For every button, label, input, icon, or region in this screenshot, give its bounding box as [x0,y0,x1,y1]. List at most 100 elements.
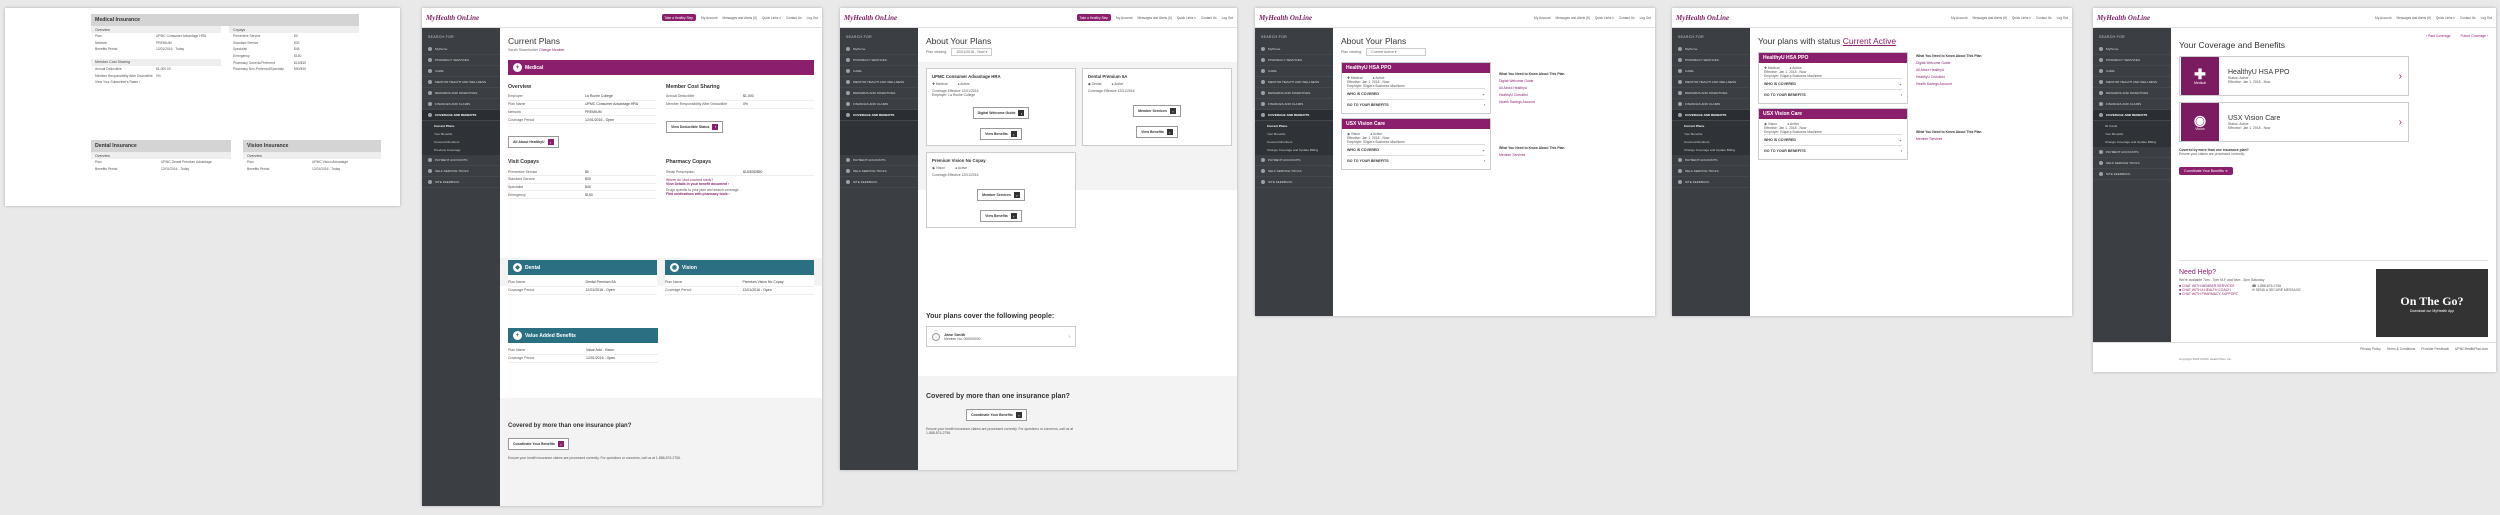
quick-links-menu[interactable]: Quick Links ▾ [2012,16,2031,20]
sidebar-item-payment[interactable]: PAYMENT ACCOUNTS [840,155,918,166]
sidebar-item-feedback[interactable]: SITE FEEDBACK [1672,177,1750,188]
member-services-button[interactable]: Member Services › [977,189,1025,201]
submenu-covered-members[interactable]: Covered Members [1672,138,1750,146]
sidebar-item-feedback[interactable]: SITE FEEDBACK [1255,177,1333,188]
sidebar-item-feedback[interactable]: SITE FEEDBACK [840,177,918,188]
coordinate-benefits-button[interactable]: Coordinate Your Benefits ➔ [2179,167,2233,175]
sidebar-item-pharmacy[interactable]: PHARMACY SERVICES [1255,55,1333,66]
benefit-document-link[interactable]: View Details in your benefit document › [666,182,814,186]
submenu-change-coverage[interactable]: Change Coverage and Update Billing [1672,146,1750,154]
person-card[interactable]: Jane Smith Member No. 000000000 › [926,326,1076,347]
submenu-current-plans[interactable]: Current Plans [1672,122,1750,130]
plan-viewing-select[interactable]: 12/01/2016 - Now ▾ [951,48,993,56]
my-account-link[interactable]: My Account [1116,16,1132,20]
all-about-healthyu-link[interactable]: All About HealthyU [1499,86,1647,90]
contact-us-link[interactable]: Contact Us [2460,16,2476,20]
coordinate-benefits-button[interactable]: Coordinate Your Benefits › [966,409,1027,421]
sidebar-item-home[interactable]: MyHome [840,44,918,55]
healthyu-checklist-link[interactable]: HealthyU Checklist [1499,93,1647,97]
quick-links-menu[interactable]: Quick Links ▾ [1177,16,1196,20]
sidebar-item-rewards[interactable]: REWARDS AND INCENTIVES [840,88,918,99]
go-to-benefits-link[interactable]: GO TO YOUR BENEFITS › [1764,89,1902,100]
who-is-covered-toggle[interactable]: WHO IS COVERED ⌄ [1347,88,1485,99]
site-logo[interactable]: MyHealth OnLine [1676,14,1729,22]
messages-link[interactable]: Messages and Alerts (6) [2397,16,2431,20]
sidebar-item-tools[interactable]: SELF-SERVICE TOOLS [840,166,918,177]
privacy-policy-link[interactable]: Privacy Policy [2360,347,2381,351]
chat-pharmacy-link[interactable]: ■ CHAT WITH PHARMACY SUPPORT [2179,292,2238,296]
sidebar-item-coverage[interactable]: COVERAGE AND BENEFITS [1255,110,1333,121]
sidebar-item-tools[interactable]: SELF-SERVICE TOOLS [1255,166,1333,177]
view-benefits-button[interactable]: View Benefits › [980,128,1022,140]
sidebar-item-rewards[interactable]: REWARDS AND INCENTIVES [1255,88,1333,99]
submenu-id-cards[interactable]: ID Cards [2093,122,2171,130]
submenu-change-coverage[interactable]: Change Coverage and Update Billing [1255,146,1333,154]
messages-link[interactable]: Messages and Alerts (6) [1138,16,1172,20]
sidebar-item-finances[interactable]: FINANCES AND CLAIMS [1255,99,1333,110]
sidebar-item-care[interactable]: CARE [422,66,500,77]
sidebar-item-finances[interactable]: FINANCES AND CLAIMS [2093,99,2171,110]
sidebar-item-pharmacy[interactable]: PHARMACY SERVICES [1672,55,1750,66]
all-about-healthyu-button[interactable]: All About HealthyU › [508,136,559,149]
welcome-guide-link[interactable]: Digital Welcome Guide [1499,79,1647,83]
who-is-covered-toggle[interactable]: WHO IS COVERED ⌄ [1764,78,1902,89]
sidebar-item-wellness[interactable]: MENTOR HEALTH AND WELLNESS [422,77,500,88]
sidebar-item-tools[interactable]: SELF-SERVICE TOOLS [1672,166,1750,177]
sidebar-item-pharmacy[interactable]: PHARMACY SERVICES [422,55,500,66]
site-logo[interactable]: MyHealth OnLine [426,14,479,22]
pharmacy-tools-link[interactable]: Find medications with pharmacy tools › [666,192,814,196]
health-plan-site-link[interactable]: UPMCHealthPlan.com [2455,347,2488,351]
welcome-guide-button[interactable]: Digital Welcome Guide › [972,107,1030,119]
submenu-current-plans[interactable]: Current Plans [1255,122,1333,130]
sidebar-item-wellness[interactable]: MENTOR HEALTH AND WELLNESS [1255,77,1333,88]
sidebar-item-wellness[interactable]: MENTOR HEALTH AND WELLNESS [840,77,918,88]
sidebar-item-payment[interactable]: PAYMENT ACCOUNTS [1255,155,1333,166]
secure-message-link[interactable]: ✉ SEND A SECURE MESSAGE [2252,288,2301,292]
sidebar-item-coverage[interactable]: COVERAGE AND BENEFITS [2093,110,2171,121]
terms-link[interactable]: Terms & Conditions [2387,347,2416,351]
site-logo[interactable]: MyHealth OnLine [844,14,897,22]
app-promo-banner[interactable]: On The Go? Download our MyHealth App [2376,269,2488,337]
contact-us-link[interactable]: Contact Us [2036,16,2052,20]
quick-links-menu[interactable]: Quick Links ▾ [762,16,781,20]
member-services-link[interactable]: Member Services [1499,153,1647,157]
future-coverage-link[interactable]: Future Coverage › [2460,34,2488,38]
healthy-step-button[interactable]: Take a Healthy Step [661,14,697,21]
who-is-covered-toggle[interactable]: WHO IS COVERED ⌄ [1764,134,1902,145]
messages-link[interactable]: Messages and Alerts (6) [1556,16,1590,20]
sidebar-item-wellness[interactable]: MENTOR HEALTH AND WELLNESS [2093,77,2171,88]
my-account-link[interactable]: My Account [2375,16,2391,20]
my-account-link[interactable]: My Account [701,16,717,20]
view-benefits-button[interactable]: View Benefits › [1136,126,1178,138]
healthy-step-button[interactable]: Take a Healthy Step [1076,14,1112,21]
sidebar-item-wellness[interactable]: MENTOR HEALTH AND WELLNESS [1672,77,1750,88]
messages-link[interactable]: Messages and Alerts (6) [723,16,757,20]
quick-links-menu[interactable]: Quick Links ▾ [1595,16,1614,20]
sidebar-item-home[interactable]: MyHome [2093,44,2171,55]
go-to-benefits-link[interactable]: GO TO YOUR BENEFITS › [1347,155,1485,166]
sidebar-item-finances[interactable]: FINANCES AND CLAIMS [1672,99,1750,110]
log-out-link[interactable]: Log Out [1222,16,1233,20]
contact-us-link[interactable]: Contact Us [1201,16,1217,20]
view-benefits-button[interactable]: View Benefits › [980,210,1022,222]
my-account-link[interactable]: My Account [1951,16,1967,20]
member-services-button[interactable]: Member Services › [1133,105,1181,117]
sidebar-item-tools[interactable]: SELF-SERVICE TOOLS [422,166,500,177]
sidebar-item-coverage[interactable]: COVERAGE AND BENEFITS [422,110,500,121]
submenu-your-benefits[interactable]: Your Benefits [422,130,500,138]
status-filter-link[interactable]: Current Active [1843,36,1896,46]
sidebar-item-care[interactable]: CARE [1255,66,1333,77]
sidebar-item-home[interactable]: MyHome [1672,44,1750,55]
messages-link[interactable]: Messages and Alerts (6) [1973,16,2007,20]
sidebar-item-coverage[interactable]: COVERAGE AND BENEFITS [1672,110,1750,121]
coordinate-benefits-button[interactable]: Coordinate Your Benefits › [508,438,569,450]
sidebar-item-coverage[interactable]: COVERAGE AND BENEFITS [840,110,918,121]
log-out-link[interactable]: Log Out [2481,16,2492,20]
submenu-previous-coverage[interactable]: Previous Coverage [422,146,500,154]
sidebar-item-feedback[interactable]: SITE FEEDBACK [2093,169,2171,180]
sidebar-item-rewards[interactable]: REWARDS AND INCENTIVES [2093,88,2171,99]
sidebar-item-feedback[interactable]: SITE FEEDBACK [422,177,500,188]
welcome-guide-link[interactable]: Digital Welcome Guide [1916,61,2064,65]
log-out-link[interactable]: Log Out [1640,16,1651,20]
member-services-link[interactable]: Member Services [1916,137,2064,141]
